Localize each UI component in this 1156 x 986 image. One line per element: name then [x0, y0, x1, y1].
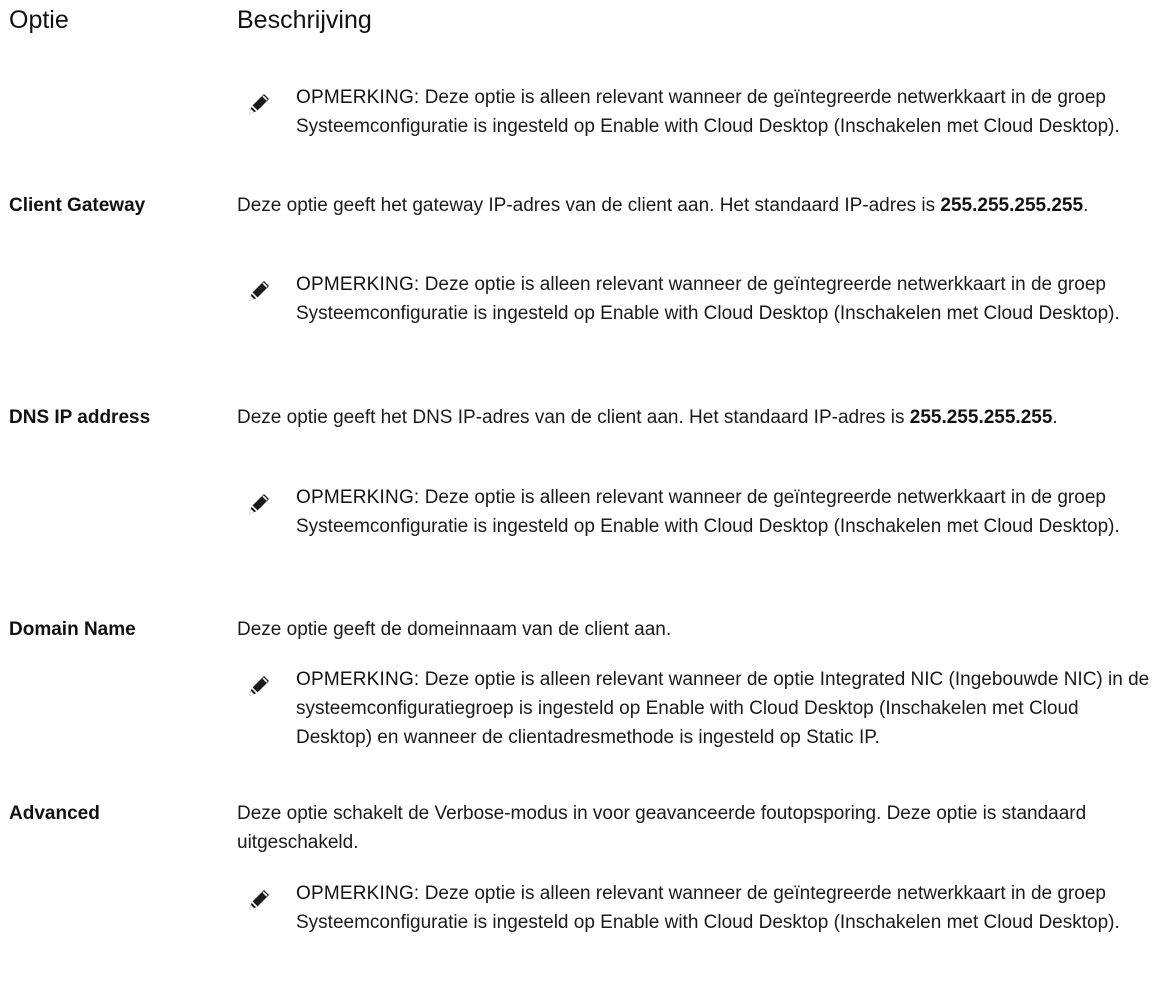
option-label-dns-ip-address: DNS IP address [9, 407, 151, 428]
pencil-note-icon [249, 890, 269, 910]
option-description-client-gateway: Deze optie geeft het gateway IP-adres va… [237, 191, 1152, 220]
description-text: Deze optie geeft de domeinnaam van de cl… [237, 619, 672, 640]
option-label-advanced: Advanced [9, 803, 100, 824]
note-body: Deze optie is alleen relevant wanneer de… [296, 274, 1120, 324]
note-body: Deze optie is alleen relevant wanneer de… [296, 669, 1150, 748]
note-label: OPMERKING: [296, 883, 420, 904]
document-page: Optie Beschrijving OPMERKING: Deze optie… [0, 0, 1156, 986]
description-suffix: . [1083, 195, 1089, 216]
description-text: Deze optie geeft het DNS IP-adres van de… [237, 407, 910, 428]
pencil-note-icon [249, 281, 269, 301]
pencil-note-icon [249, 94, 269, 114]
note-label: OPMERKING: [296, 487, 420, 508]
option-description-advanced: Deze optie schakelt de Verbose-modus in … [237, 799, 1152, 857]
pencil-note-icon [249, 494, 269, 514]
note-text: OPMERKING: Deze optie is alleen relevant… [296, 483, 1156, 541]
note-label: OPMERKING: [296, 87, 420, 108]
description-suffix: . [1052, 407, 1058, 428]
note-label: OPMERKING: [296, 669, 420, 690]
option-label-client-gateway: Client Gateway [9, 195, 146, 216]
note-text: OPMERKING: Deze optie is alleen relevant… [296, 270, 1156, 328]
option-description-dns-ip-address: Deze optie geeft het DNS IP-adres van de… [237, 403, 1152, 432]
pencil-note-icon [249, 676, 269, 696]
option-description-domain-name: Deze optie geeft de domeinnaam van de cl… [237, 615, 1152, 644]
note-body: Deze optie is alleen relevant wanneer de… [296, 883, 1120, 933]
column-header-option: Optie [9, 6, 69, 34]
option-label-domain-name: Domain Name [9, 619, 136, 640]
note-text: OPMERKING: Deze optie is alleen relevant… [296, 665, 1156, 752]
note-body: Deze optie is alleen relevant wanneer de… [296, 487, 1120, 537]
default-ip-value: 255.255.255.255 [940, 195, 1084, 216]
description-text: Deze optie schakelt de Verbose-modus in … [237, 803, 1087, 853]
note-text: OPMERKING: Deze optie is alleen relevant… [296, 83, 1156, 141]
description-text: Deze optie geeft het gateway IP-adres va… [237, 195, 941, 216]
note-body: Deze optie is alleen relevant wanneer de… [296, 87, 1120, 137]
default-ip-value: 255.255.255.255 [909, 407, 1053, 428]
note-label: OPMERKING: [296, 274, 420, 295]
note-text: OPMERKING: Deze optie is alleen relevant… [296, 879, 1156, 937]
column-header-description: Beschrijving [237, 6, 372, 34]
